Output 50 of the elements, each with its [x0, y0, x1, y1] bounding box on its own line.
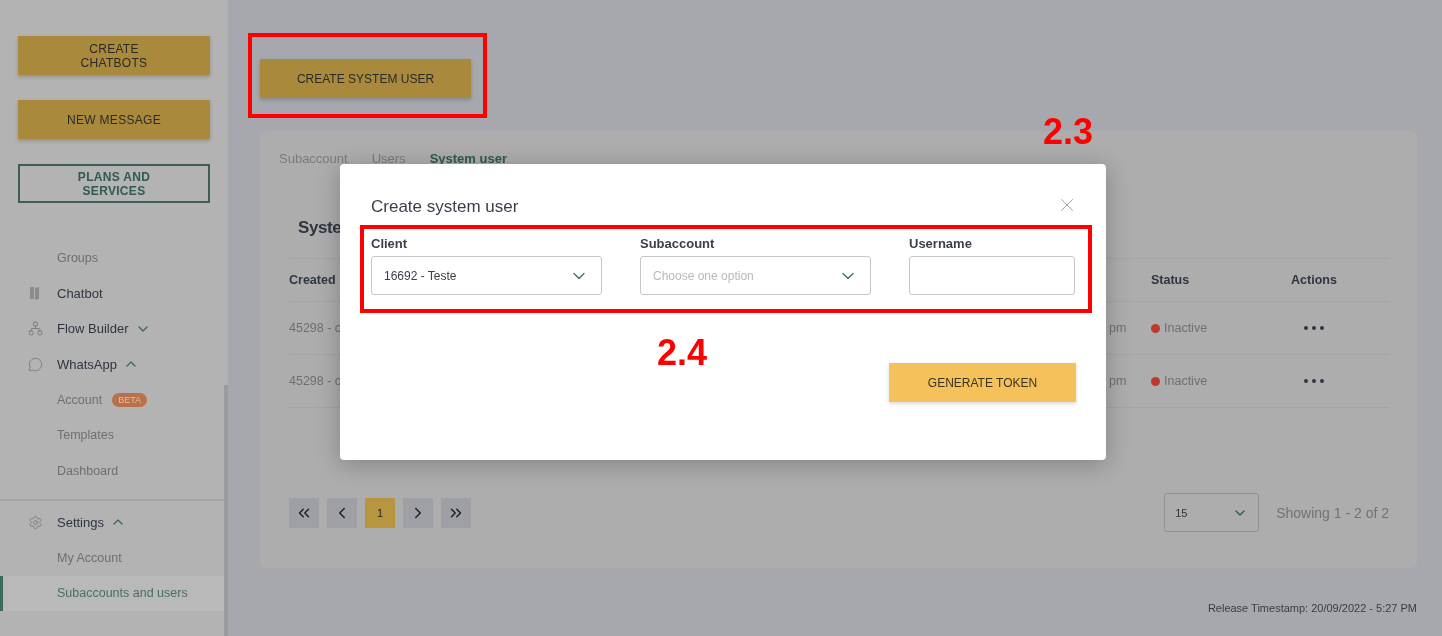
page-button[interactable]: 1 — [365, 497, 395, 528]
more-icon[interactable] — [1304, 326, 1324, 330]
last-page-button[interactable] — [441, 497, 471, 528]
annotation-label: 2.3 — [1043, 114, 1094, 150]
column-header: Actions — [1291, 273, 1337, 287]
section-title: Syste — [298, 218, 342, 238]
status-text: Inactive — [1164, 321, 1208, 335]
nav-section[interactable]: Flow Builder — [57, 321, 129, 337]
column-header: Status — [1151, 273, 1190, 287]
field-label: Client — [371, 236, 409, 251]
sidebar-button[interactable]: NEW MESSAGE — [18, 100, 210, 139]
sidebar-button[interactable]: CREATE CHATBOTS — [18, 36, 210, 75]
network-icon — [28, 321, 43, 337]
nav-link[interactable]: Dashboard — [57, 463, 119, 478]
previous-page-button[interactable] — [327, 497, 357, 528]
pagination-info: Showing 1 - 2 of 2 — [1276, 504, 1389, 521]
nav-section[interactable]: Settings — [57, 514, 104, 530]
dialog-title: Create system user — [371, 197, 519, 217]
first-page-button[interactable] — [289, 497, 319, 528]
status-text: Inactive — [1164, 374, 1208, 388]
select-field[interactable]: Choose one option — [640, 256, 871, 295]
select-field[interactable]: 16692 - Teste — [371, 256, 602, 295]
nav-link[interactable]: My Account — [57, 550, 122, 565]
next-page-button[interactable] — [403, 497, 433, 528]
table-cell: pm — [1109, 321, 1127, 335]
create-system-user-button[interactable]: CREATE SYSTEM USER — [260, 59, 471, 98]
per-page-select[interactable]: 15 — [1164, 493, 1260, 532]
input-field[interactable] — [909, 256, 1075, 295]
table-cell: 45298 - c — [289, 321, 342, 335]
nav-link[interactable]: Groups — [57, 250, 98, 265]
annotation-label: 2.4 — [657, 335, 708, 371]
field-label: Subaccount — [640, 236, 716, 251]
field-label: Username — [909, 236, 973, 251]
beta-badge: BETA — [112, 392, 147, 407]
nav-section[interactable]: Chatbot — [57, 285, 103, 301]
more-icon[interactable] — [1304, 379, 1324, 383]
settings-icon — [28, 514, 43, 530]
generate-token-button[interactable]: GENERATE TOKEN — [889, 363, 1076, 402]
outlined-button[interactable]: PLANS AND SERVICES — [18, 164, 210, 203]
tab[interactable]: System user — [429, 151, 507, 166]
nav-link[interactable]: Subaccounts and users — [57, 586, 188, 601]
chat-bubble-icon — [28, 356, 43, 372]
nav-link[interactable]: Account — [57, 392, 103, 407]
book-icon — [28, 285, 42, 302]
table-cell: 45298 - c — [289, 374, 342, 388]
nav-link[interactable]: Templates — [57, 428, 114, 443]
release-timestamp: Release Timestamp: 20/09/2022 - 5:27 PM — [1206, 602, 1417, 614]
table-cell: pm — [1109, 374, 1127, 388]
nav-section[interactable]: WhatsApp — [57, 356, 117, 372]
column-header: Created — [289, 273, 336, 287]
